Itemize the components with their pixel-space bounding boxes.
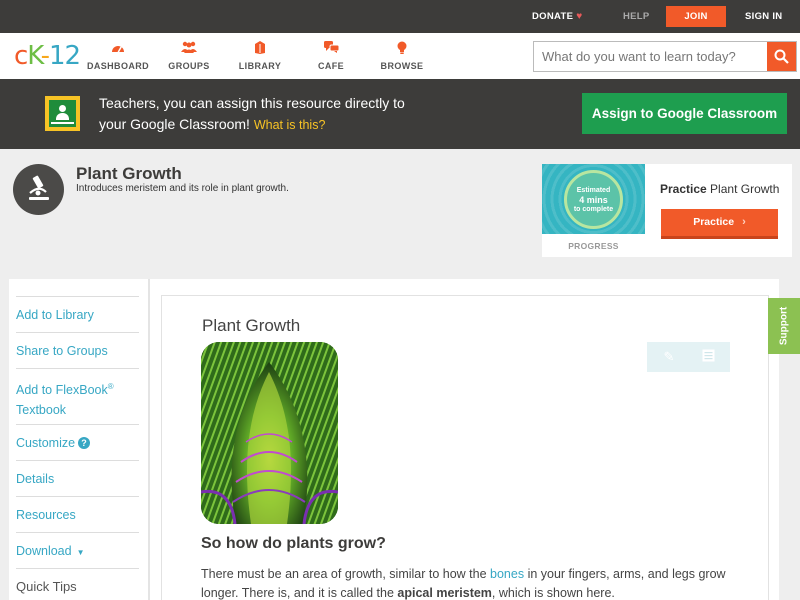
chevron-right-icon: › [742, 216, 746, 228]
nav-cafe[interactable]: CAFE [296, 41, 366, 71]
sidebar-download[interactable]: Download ▼ [16, 532, 139, 563]
content-subheading: So how do plants grow? [201, 535, 386, 552]
sign-in-link[interactable]: SIGN IN [745, 0, 782, 33]
bones-link[interactable]: bones [490, 567, 524, 581]
content-title: Plant Growth [202, 316, 301, 335]
notes-icon[interactable] [700, 349, 716, 365]
practice-button[interactable]: Practice › [661, 209, 778, 239]
progress-label: PROGRESS [568, 241, 619, 251]
heart-icon: ♥ [576, 11, 583, 22]
chat-bubbles-icon [296, 41, 366, 57]
help-icon[interactable]: ? [78, 437, 91, 449]
donate-link[interactable]: DONATE ♥ [532, 0, 582, 33]
sidebar-customize[interactable]: Customize? [16, 424, 139, 453]
ck12-logo[interactable]: cK-12 [14, 41, 81, 71]
what-is-this-link[interactable]: What is this? [254, 118, 326, 132]
concept-description: Introduces meristem and its role in plan… [76, 183, 289, 194]
nav-groups[interactable]: GROUPS [154, 41, 224, 71]
library-icon [225, 41, 295, 57]
resource-sidebar: Add to Library Share to Groups Add to Fl… [9, 279, 150, 600]
sidebar-add-to-library[interactable]: Add to Library [16, 296, 139, 325]
practice-card: Estimated 4 mins to complete PROGRESS Pr… [542, 164, 792, 257]
practice-badge: Estimated 4 mins to complete [542, 164, 645, 234]
join-button[interactable]: JOIN [666, 6, 726, 27]
nav-library[interactable]: LIBRARY [225, 41, 295, 71]
classroom-message: Teachers, you can assign this resource d… [99, 95, 405, 132]
estimated-time-badge: Estimated 4 mins to complete [564, 170, 623, 229]
pencil-icon[interactable]: ✎ [661, 349, 677, 365]
dashboard-icon [83, 41, 153, 57]
sidebar-quick-tips[interactable]: Quick Tips [16, 568, 139, 597]
top-utility-bar: DONATE ♥ HELP JOIN SIGN IN [0, 0, 800, 33]
nav-dashboard[interactable]: DASHBOARD [83, 41, 153, 71]
apical-meristem-image [201, 342, 338, 524]
nav-browse[interactable]: BROWSE [367, 41, 437, 71]
caret-down-icon: ▼ [76, 548, 85, 557]
groups-icon [154, 41, 224, 57]
google-classroom-icon [45, 96, 80, 131]
search-button[interactable] [767, 42, 796, 71]
help-link[interactable]: HELP [623, 0, 650, 33]
sidebar-details[interactable]: Details [16, 460, 139, 489]
search-icon [774, 49, 789, 64]
content-tools: ✎ [647, 342, 730, 372]
sidebar-share-to-groups[interactable]: Share to Groups [16, 332, 139, 361]
practice-title: Practice Plant Growth [660, 182, 780, 196]
search-box [533, 41, 797, 72]
content-paragraph: There must be an area of growth, similar… [201, 567, 726, 600]
sidebar-add-to-flexbook[interactable]: Add to FlexBook® Textbook [16, 368, 139, 420]
assign-to-google-classroom-button[interactable]: Assign to Google Classroom [582, 93, 787, 134]
lightbulb-icon [367, 41, 437, 57]
concept-title: Plant Growth [76, 164, 182, 183]
sidebar-resources[interactable]: Resources [16, 496, 139, 525]
search-input[interactable] [534, 42, 767, 71]
microscope-icon [13, 164, 64, 215]
support-tab[interactable]: Support [768, 298, 800, 354]
main-nav: cK-12 DASHBOARD GROUPS LIBRARY CAFE BROW… [0, 33, 800, 79]
